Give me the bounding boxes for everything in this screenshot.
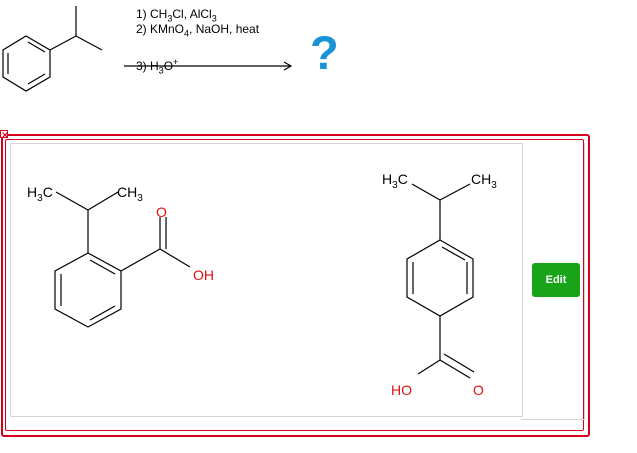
unknown-product-question-mark: ? [310,26,339,79]
reaction-arrow-icon [124,61,293,71]
molecule-right-methyl-a-label: H3C [382,171,408,191]
starting-material-structure [2,6,103,92]
molecule-left-methyl-a-label: H3C [27,184,53,204]
molecule-left-hydroxyl-label: OH [193,267,214,283]
molecule-right-hydroxyl-label: HO [391,382,412,398]
molecule-right-structure [406,183,475,379]
reaction-condition-step-1: 1) CH3Cl, AlCl3 [136,7,217,24]
molecule-left-carbonyl-oxygen-label: O [156,204,167,220]
molecule-right-carbonyl-oxygen-label: O [473,382,484,398]
reaction-condition-step-2: 2) KMnO4, NaOH, heat [136,22,260,39]
close-icon[interactable] [0,130,8,138]
molecule-left-methyl-b-label: CH3 [117,184,143,204]
reaction-question-scene: 1) CH3Cl, AlCl3 2) KMnO4, NaOH, heat 3) … [0,0,637,453]
molecule-right-methyl-b-label: CH3 [471,171,497,191]
